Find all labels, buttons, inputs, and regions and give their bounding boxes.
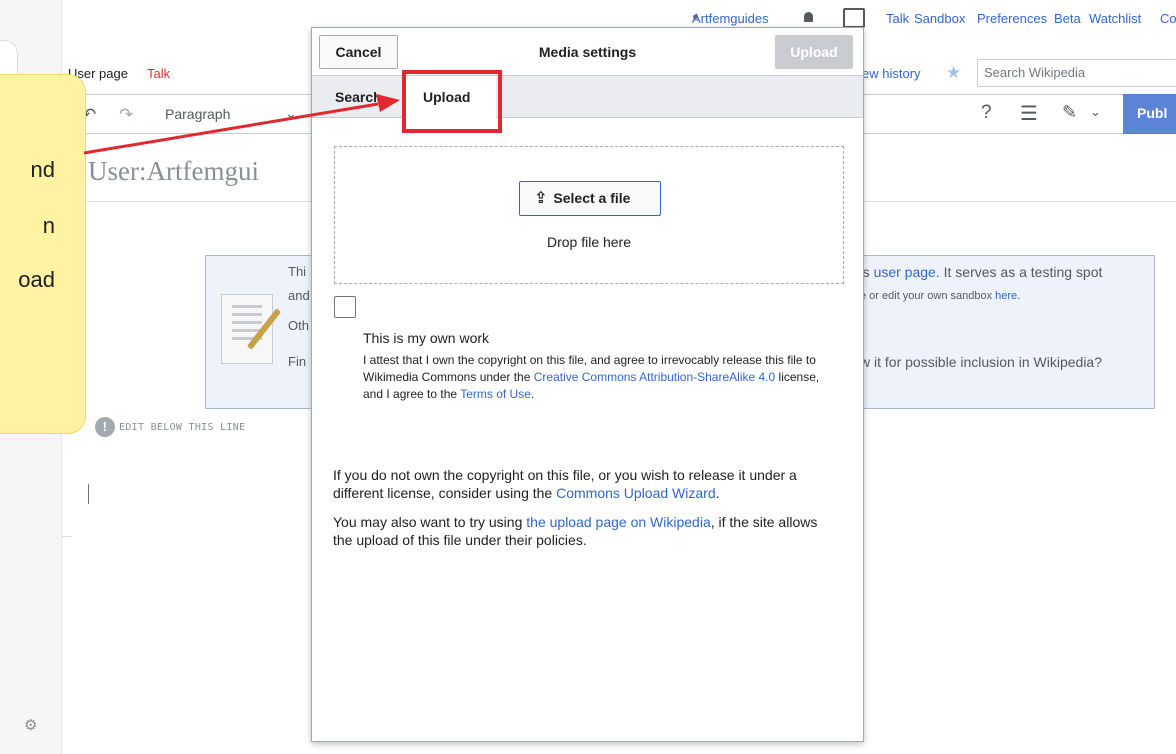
- edit-below-text: EDIT BELOW THIS LINE: [119, 422, 246, 433]
- notice-line-3: w it for possible inclusion in Wikipedia…: [860, 354, 1102, 370]
- notice-text-fragment: Fin: [288, 354, 307, 369]
- personal-contributions-link[interactable]: Co: [1160, 11, 1176, 26]
- personal-sandbox-link[interactable]: Sandbox: [914, 11, 965, 26]
- notice-text-fragment: and: [288, 288, 310, 303]
- terms-of-use-link[interactable]: Terms of Use: [460, 387, 531, 401]
- file-drop-zone[interactable]: ⇪ Select a file Drop file here: [334, 146, 844, 284]
- text-cursor: [88, 484, 89, 504]
- tab-view-history[interactable]: ew history: [862, 66, 921, 81]
- notice-text-fragment: Thi: [288, 264, 307, 279]
- watch-star-icon[interactable]: ★: [946, 63, 961, 83]
- paragraph-format-dropdown[interactable]: Paragraph: [165, 106, 230, 122]
- note-text: You may also want to try using: [333, 514, 527, 530]
- menu-icon[interactable]: ☰: [1020, 101, 1038, 126]
- page-title: User:Artfemgui: [88, 156, 259, 186]
- attest-text: .: [530, 387, 535, 401]
- notice-text: .: [1017, 290, 1021, 302]
- note-text: .: [715, 485, 720, 501]
- tab-search[interactable]: Search: [335, 76, 382, 118]
- upload-tab-highlight: [402, 70, 502, 133]
- select-file-button[interactable]: ⇪ Select a file: [519, 181, 661, 216]
- select-file-label: Select a file: [553, 190, 631, 206]
- wikipedia-upload-note: You may also want to try using the uploa…: [333, 513, 833, 549]
- tab-talk[interactable]: Talk: [147, 66, 170, 81]
- pencil-icon[interactable]: ✎: [1062, 102, 1077, 123]
- drop-file-text: Drop file here: [546, 234, 632, 250]
- callout-text: n: [42, 213, 55, 238]
- help-icon[interactable]: ?: [981, 102, 992, 124]
- wikipedia-upload-page-link[interactable]: the upload page on Wikipedia: [526, 514, 710, 530]
- chevron-down-icon[interactable]: ⌄: [1090, 104, 1101, 120]
- upload-wizard-link[interactable]: Commons Upload Wizard: [556, 485, 716, 501]
- left-divider: [62, 536, 72, 537]
- sandbox-here-link[interactable]: here: [995, 290, 1017, 302]
- attestation-text: I attest that I own the copyright on thi…: [363, 352, 833, 403]
- own-work-checkbox[interactable]: [334, 296, 356, 318]
- notice-text: . It serves as a testing spot: [935, 264, 1103, 280]
- upload-icon: ⇪: [534, 190, 548, 207]
- chevron-down-icon[interactable]: ⌄: [285, 105, 297, 122]
- user-page-link[interactable]: user page: [874, 264, 936, 280]
- media-settings-dialog: Cancel Media settings Upload Search Uplo…: [311, 27, 864, 742]
- notice-line-2: e or edit your own sandbox here.: [860, 290, 1020, 302]
- cc-by-sa-link[interactable]: Creative Commons Attribution-ShareAlike …: [534, 370, 775, 384]
- notice-text: e or edit your own sandbox: [860, 290, 996, 302]
- redo-icon[interactable]: ↷: [119, 105, 133, 125]
- settings-gear-icon[interactable]: ⚙: [24, 716, 37, 734]
- notice-line-1: 's user page. It serves as a testing spo…: [860, 264, 1102, 280]
- notice-text-fragment: Oth: [288, 318, 309, 333]
- warning-icon: !: [95, 417, 115, 437]
- callout-text: oad: [18, 267, 55, 292]
- search-input[interactable]: Search Wikipedia: [977, 59, 1176, 87]
- personal-watchlist-link[interactable]: Watchlist: [1089, 11, 1141, 26]
- personal-preferences-link[interactable]: Preferences: [977, 11, 1047, 26]
- own-work-label: This is my own work: [363, 330, 490, 346]
- dialog-tabs: Search Upload: [312, 76, 863, 118]
- instruction-callout: nd n oad: [0, 74, 86, 434]
- notifications-bell-icon[interactable]: [802, 10, 815, 25]
- edit-below-line-marker: ! EDIT BELOW THIS LINE: [95, 417, 245, 437]
- username-label: Artfemguides: [692, 11, 769, 26]
- upload-button[interactable]: Upload: [775, 35, 853, 69]
- personal-beta-link[interactable]: Beta: [1054, 11, 1081, 26]
- callout-text: nd: [30, 157, 55, 182]
- publish-button[interactable]: Publ: [1123, 94, 1176, 134]
- notices-tray-icon[interactable]: [843, 8, 865, 28]
- dialog-header: Cancel Media settings Upload: [312, 28, 863, 76]
- copyright-note: If you do not own the copyright on this …: [333, 466, 833, 502]
- personal-talk-link[interactable]: Talk: [886, 11, 909, 26]
